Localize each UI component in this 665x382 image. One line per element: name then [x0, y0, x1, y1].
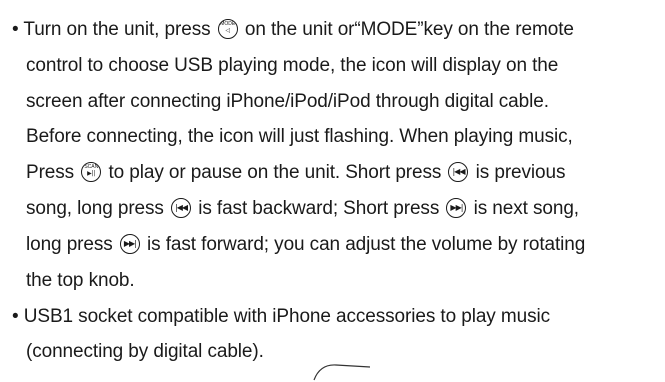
previous-icon: |◀◀ — [452, 167, 465, 176]
para1-line3: screen after connecting iPhone/iPod/iPod… — [26, 91, 549, 112]
text: is next song, — [473, 198, 579, 219]
text: long press — [26, 234, 113, 255]
para1-line8: the top knob. — [26, 270, 135, 291]
para1-line4: Before connecting, the icon will just fl… — [26, 126, 573, 147]
figure-outline-edge — [313, 364, 371, 381]
manual-page: • Turn on the unit, press MODE ◁ on the … — [0, 0, 665, 381]
previous-icon: |◀◀ — [175, 203, 188, 212]
play-pause-icon: ▶|| — [87, 170, 96, 177]
previous-button-icon: |◀◀ — [171, 198, 192, 218]
para1-line2: control to choose USB playing mode, the … — [26, 55, 559, 76]
text: USB1 socket compatible with iPhone acces… — [23, 306, 550, 327]
next-icon: ▶▶| — [123, 239, 137, 248]
text: is fast forward; you can adjust the volu… — [147, 234, 586, 255]
para2-line2: (connecting by digital cable). — [26, 341, 264, 362]
scan-play-pause-button-icon: SCAN ▶|| — [81, 162, 102, 182]
previous-button-icon: |◀◀ — [448, 162, 469, 182]
next-icon: ▶▶| — [450, 203, 463, 212]
bullet: • — [12, 306, 19, 327]
para1-line6: song, long press |◀◀ is fast backward; S… — [26, 198, 579, 220]
text: song, long press — [26, 198, 164, 219]
text: to play or pause on the unit. Short pres… — [108, 162, 442, 183]
bullet: • — [12, 19, 19, 40]
para1-line1: • Turn on the unit, press MODE ◁ on the … — [12, 19, 574, 41]
para2-line1: • USB1 socket compatible with iPhone acc… — [12, 306, 550, 328]
mode-button-icon: MODE ◁ — [217, 19, 238, 39]
next-button-icon: ▶▶| — [446, 198, 467, 218]
text: on the unit or“MODE”key on the remote — [244, 19, 574, 40]
para1-line7: long press ▶▶| is fast forward; you can … — [26, 234, 585, 256]
para1-line5: Press SCAN ▶|| to play or pause on the u… — [26, 162, 565, 184]
text: is fast backward; Short press — [198, 198, 440, 219]
text: is previous — [475, 162, 566, 183]
mode-icon-symbol: ◁ — [225, 27, 230, 34]
text: Turn on the unit, press — [23, 19, 211, 40]
next-button-icon: ▶▶| — [119, 234, 140, 254]
text: Press — [26, 162, 75, 183]
